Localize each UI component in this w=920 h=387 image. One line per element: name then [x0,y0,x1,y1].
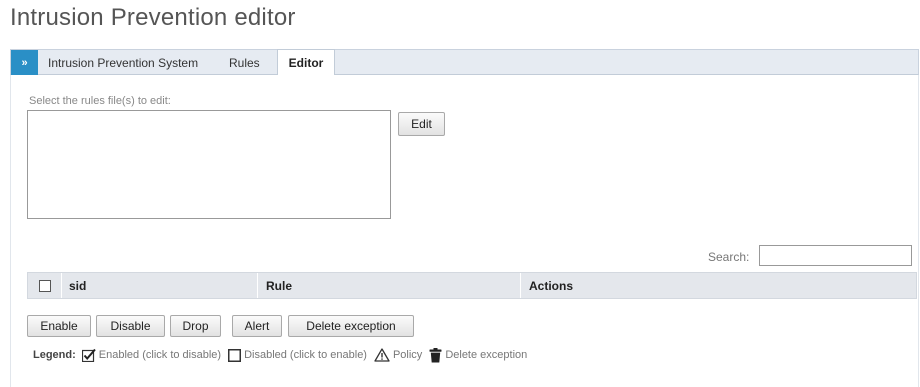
rules-file-select[interactable] [27,110,391,219]
menu-toggle-button[interactable]: » [11,50,38,75]
trash-icon [429,347,442,363]
tab-intrusion-prevention-system[interactable]: Intrusion Prevention System [48,56,198,70]
rules-table-header: sid Rule Actions [27,272,917,299]
page-title: Intrusion Prevention editor [10,4,296,31]
legend-delete-exception-text: Delete exception [445,349,528,361]
column-header-actions: Actions [529,278,574,293]
search-label: Search: [708,250,750,264]
tab-rules[interactable]: Rules [229,56,260,70]
legend-label: Legend: [33,349,76,361]
select-all-checkbox[interactable] [38,279,51,292]
warning-triangle-icon [374,348,390,362]
column-header-sid[interactable]: sid [62,273,258,298]
legend-policy-text: Policy [392,349,423,361]
tab-bar: » Intrusion Prevention System Rules Edit… [10,49,919,75]
delete-exception-button[interactable]: Delete exception [288,315,414,337]
disable-button[interactable]: Disable [96,315,165,337]
legend-enabled-text: Enabled (click to disable) [98,349,222,361]
alert-button[interactable]: Alert [232,315,282,337]
tab-editor[interactable]: Editor [277,49,335,75]
select-all-cell [28,273,62,298]
legend: Legend: Enabled (click to disable) Disab… [33,345,532,365]
column-header-rule[interactable]: Rule [259,273,521,298]
edit-button[interactable]: Edit [398,112,445,136]
checked-checkbox-icon [81,348,96,362]
drop-button[interactable]: Drop [170,315,221,337]
enable-button[interactable]: Enable [27,315,91,337]
search-input[interactable] [759,245,912,266]
legend-disabled-text: Disabled (click to enable) [244,349,367,361]
rules-file-select-label: Select the rules file(s) to edit: [29,95,171,107]
unchecked-checkbox-icon [228,348,242,362]
